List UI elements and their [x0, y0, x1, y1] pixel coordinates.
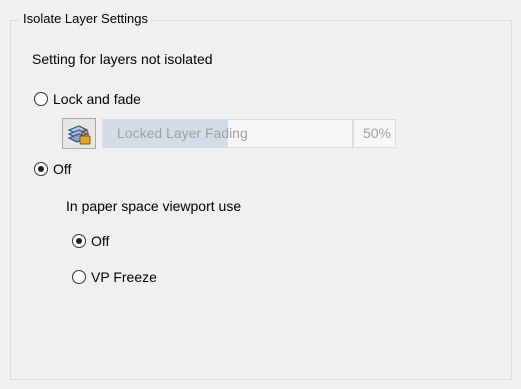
lock-and-fade-radio[interactable]: Lock and fade [34, 90, 141, 108]
vp-freeze-radio[interactable]: VP Freeze [72, 268, 157, 286]
fading-percent-value: 50% [353, 119, 396, 148]
lock-and-fade-label: Lock and fade [53, 91, 141, 107]
radio-circle-icon [72, 270, 86, 284]
locked-layer-fading-slider[interactable]: Locked Layer Fading [102, 119, 353, 148]
radio-selected-icon [34, 162, 48, 176]
isolate-layer-settings-panel: Isolate Layer Settings Setting for layer… [0, 0, 521, 389]
radio-circle-icon [34, 92, 48, 106]
off-label: Off [53, 161, 72, 177]
slider-label: Locked Layer Fading [117, 125, 248, 141]
paper-space-off-radio[interactable]: Off [72, 232, 109, 250]
off-radio[interactable]: Off [34, 160, 71, 178]
vp-freeze-label: VP Freeze [91, 269, 157, 285]
radio-selected-icon [72, 234, 86, 248]
paper-space-label: In paper space viewport use [66, 198, 242, 214]
settings-subtitle: Setting for layers not isolated [32, 51, 213, 67]
groupbox-title: Isolate Layer Settings [20, 11, 152, 27]
paper-space-off-label: Off [91, 233, 110, 249]
locked-layer-icon [67, 124, 91, 144]
locked-layer-button[interactable] [62, 118, 96, 149]
